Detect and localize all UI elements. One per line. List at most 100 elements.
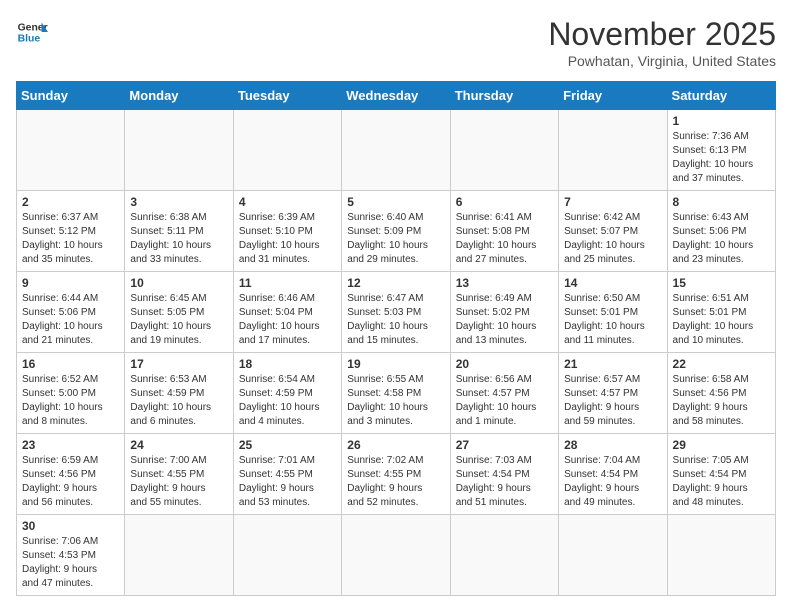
day-number: 2 [22, 195, 119, 209]
calendar-title: November 2025 [548, 16, 776, 53]
day-number: 23 [22, 438, 119, 452]
calendar-day-cell: 21 Sunrise: 6:57 AM Sunset: 4:57 PM Dayli… [559, 353, 667, 434]
calendar-day-cell: 20 Sunrise: 6:56 AM Sunset: 4:57 PM Dayli… [450, 353, 558, 434]
calendar-week-row: 23 Sunrise: 6:59 AM Sunset: 4:56 PM Dayli… [17, 434, 776, 515]
calendar-day-cell: 24 Sunrise: 7:00 AM Sunset: 4:55 PM Dayli… [125, 434, 233, 515]
calendar-week-row: 2Sunrise: 6:37 AM Sunset: 5:12 PM Daylig… [17, 191, 776, 272]
calendar-day-cell [125, 110, 233, 191]
day-info: Sunrise: 7:03 AM Sunset: 4:54 PM Dayligh… [456, 454, 553, 510]
calendar-day-cell: 6 Sunrise: 6:41 AM Sunset: 5:08 PM Daylig… [450, 191, 558, 272]
calendar-day-cell [559, 110, 667, 191]
day-info: Sunrise: 6:52 AM Sunset: 5:00 PM Dayligh… [22, 373, 119, 429]
day-info: Sunrise: 6:50 AM Sunset: 5:01 PM Dayligh… [564, 292, 661, 348]
calendar-day-cell [450, 515, 558, 596]
calendar-week-row: 9 Sunrise: 6:44 AM Sunset: 5:06 PM Daylig… [17, 272, 776, 353]
day-number: 20 [456, 357, 553, 371]
calendar-day-cell [667, 515, 775, 596]
day-info: Sunrise: 6:41 AM Sunset: 5:08 PM Dayligh… [456, 211, 553, 267]
weekday-header-row: SundayMondayTuesdayWednesdayThursdayFrid… [17, 82, 776, 110]
day-number: 16 [22, 357, 119, 371]
day-info: Sunrise: 6:57 AM Sunset: 4:57 PM Dayligh… [564, 373, 661, 429]
day-number: 1 [673, 114, 770, 128]
calendar-day-cell: 8Sunrise: 6:43 AM Sunset: 5:06 PM Daylig… [667, 191, 775, 272]
day-number: 21 [564, 357, 661, 371]
day-number: 28 [564, 438, 661, 452]
day-info: Sunrise: 6:49 AM Sunset: 5:02 PM Dayligh… [456, 292, 553, 348]
calendar-day-cell: 25Sunrise: 7:01 AM Sunset: 4:55 PM Dayli… [233, 434, 341, 515]
calendar-day-cell: 13 Sunrise: 6:49 AM Sunset: 5:02 PM Dayli… [450, 272, 558, 353]
weekday-header-saturday: Saturday [667, 82, 775, 110]
calendar-subtitle: Powhatan, Virginia, United States [548, 53, 776, 69]
calendar-day-cell: 15 Sunrise: 6:51 AM Sunset: 5:01 PM Dayli… [667, 272, 775, 353]
weekday-header-wednesday: Wednesday [342, 82, 450, 110]
day-info: Sunrise: 6:53 AM Sunset: 4:59 PM Dayligh… [130, 373, 227, 429]
day-info: Sunrise: 6:43 AM Sunset: 5:06 PM Dayligh… [673, 211, 770, 267]
calendar-table: SundayMondayTuesdayWednesdayThursdayFrid… [16, 81, 776, 596]
day-number: 10 [130, 276, 227, 290]
calendar-day-cell [559, 515, 667, 596]
calendar-day-cell: 18Sunrise: 6:54 AM Sunset: 4:59 PM Dayli… [233, 353, 341, 434]
calendar-day-cell [233, 515, 341, 596]
day-number: 19 [347, 357, 444, 371]
day-number: 3 [130, 195, 227, 209]
day-info: Sunrise: 7:05 AM Sunset: 4:54 PM Dayligh… [673, 454, 770, 510]
header: General Blue November 2025 Powhatan, Vir… [16, 16, 776, 69]
calendar-day-cell: 29Sunrise: 7:05 AM Sunset: 4:54 PM Dayli… [667, 434, 775, 515]
day-number: 4 [239, 195, 336, 209]
day-info: Sunrise: 7:01 AM Sunset: 4:55 PM Dayligh… [239, 454, 336, 510]
calendar-day-cell [450, 110, 558, 191]
calendar-day-cell [342, 515, 450, 596]
calendar-day-cell: 7Sunrise: 6:42 AM Sunset: 5:07 PM Daylig… [559, 191, 667, 272]
calendar-day-cell: 26Sunrise: 7:02 AM Sunset: 4:55 PM Dayli… [342, 434, 450, 515]
calendar-day-cell: 17 Sunrise: 6:53 AM Sunset: 4:59 PM Dayli… [125, 353, 233, 434]
title-area: November 2025 Powhatan, Virginia, United… [548, 16, 776, 69]
day-number: 12 [347, 276, 444, 290]
weekday-header-thursday: Thursday [450, 82, 558, 110]
day-info: Sunrise: 6:51 AM Sunset: 5:01 PM Dayligh… [673, 292, 770, 348]
day-number: 13 [456, 276, 553, 290]
day-number: 5 [347, 195, 444, 209]
day-number: 26 [347, 438, 444, 452]
day-number: 9 [22, 276, 119, 290]
calendar-week-row: 30Sunrise: 7:06 AM Sunset: 4:53 PM Dayli… [17, 515, 776, 596]
day-number: 11 [239, 276, 336, 290]
calendar-day-cell: 22Sunrise: 6:58 AM Sunset: 4:56 PM Dayli… [667, 353, 775, 434]
weekday-header-sunday: Sunday [17, 82, 125, 110]
day-number: 17 [130, 357, 227, 371]
day-info: Sunrise: 6:45 AM Sunset: 5:05 PM Dayligh… [130, 292, 227, 348]
day-info: Sunrise: 6:55 AM Sunset: 4:58 PM Dayligh… [347, 373, 444, 429]
calendar-day-cell: 3Sunrise: 6:38 AM Sunset: 5:11 PM Daylig… [125, 191, 233, 272]
weekday-header-friday: Friday [559, 82, 667, 110]
day-number: 6 [456, 195, 553, 209]
day-number: 27 [456, 438, 553, 452]
calendar-day-cell: 10 Sunrise: 6:45 AM Sunset: 5:05 PM Dayli… [125, 272, 233, 353]
calendar-day-cell: 11Sunrise: 6:46 AM Sunset: 5:04 PM Dayli… [233, 272, 341, 353]
calendar-day-cell: 23 Sunrise: 6:59 AM Sunset: 4:56 PM Dayli… [17, 434, 125, 515]
day-number: 7 [564, 195, 661, 209]
day-info: Sunrise: 6:56 AM Sunset: 4:57 PM Dayligh… [456, 373, 553, 429]
day-number: 15 [673, 276, 770, 290]
calendar-day-cell [125, 515, 233, 596]
day-number: 14 [564, 276, 661, 290]
svg-text:Blue: Blue [18, 34, 41, 45]
day-info: Sunrise: 6:44 AM Sunset: 5:06 PM Dayligh… [22, 292, 119, 348]
calendar-day-cell: 9 Sunrise: 6:44 AM Sunset: 5:06 PM Daylig… [17, 272, 125, 353]
calendar-day-cell [342, 110, 450, 191]
calendar-day-cell: 19 Sunrise: 6:55 AM Sunset: 4:58 PM Dayli… [342, 353, 450, 434]
day-number: 30 [22, 519, 119, 533]
day-info: Sunrise: 6:39 AM Sunset: 5:10 PM Dayligh… [239, 211, 336, 267]
day-info: Sunrise: 6:40 AM Sunset: 5:09 PM Dayligh… [347, 211, 444, 267]
day-number: 24 [130, 438, 227, 452]
day-info: Sunrise: 6:59 AM Sunset: 4:56 PM Dayligh… [22, 454, 119, 510]
calendar-day-cell: 1 Sunrise: 7:36 AM Sunset: 6:13 PM Daylig… [667, 110, 775, 191]
day-info: Sunrise: 7:36 AM Sunset: 6:13 PM Dayligh… [673, 130, 770, 186]
day-info: Sunrise: 7:04 AM Sunset: 4:54 PM Dayligh… [564, 454, 661, 510]
day-number: 22 [673, 357, 770, 371]
day-info: Sunrise: 6:54 AM Sunset: 4:59 PM Dayligh… [239, 373, 336, 429]
calendar-day-cell: 4 Sunrise: 6:39 AM Sunset: 5:10 PM Daylig… [233, 191, 341, 272]
calendar-day-cell: 2Sunrise: 6:37 AM Sunset: 5:12 PM Daylig… [17, 191, 125, 272]
day-info: Sunrise: 6:47 AM Sunset: 5:03 PM Dayligh… [347, 292, 444, 348]
logo: General Blue [16, 16, 48, 48]
day-info: Sunrise: 7:00 AM Sunset: 4:55 PM Dayligh… [130, 454, 227, 510]
calendar-day-cell [233, 110, 341, 191]
